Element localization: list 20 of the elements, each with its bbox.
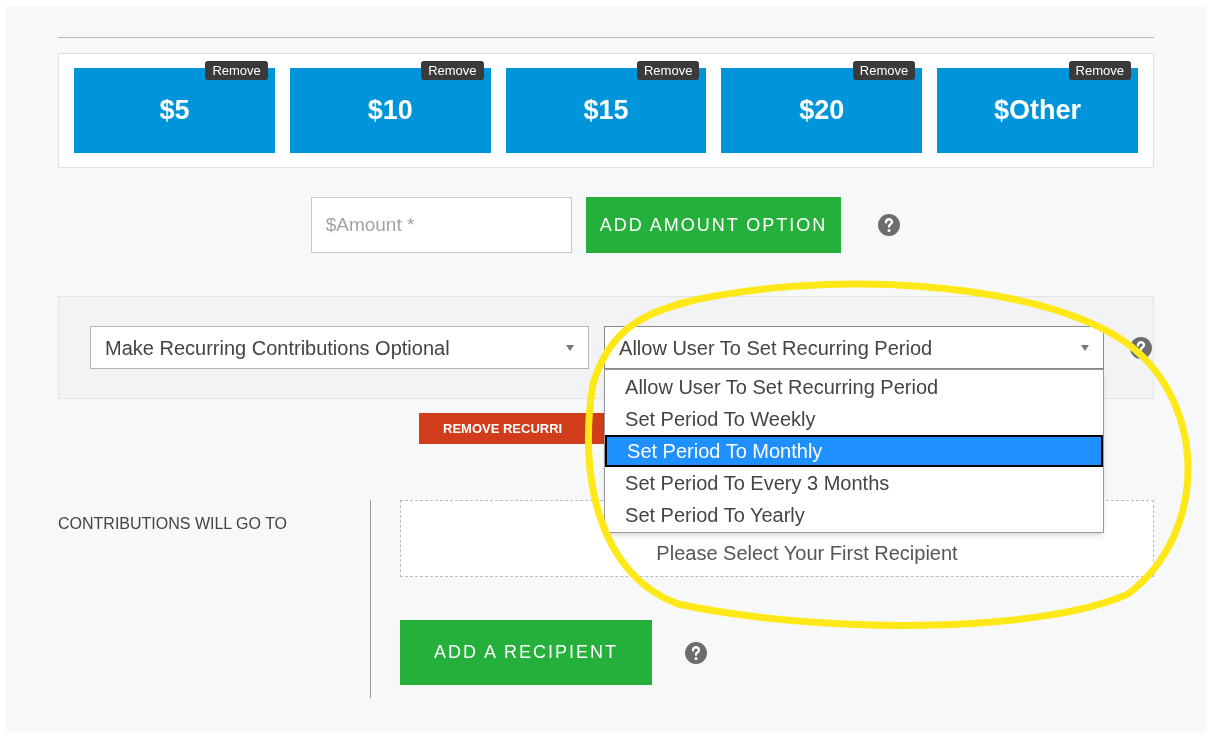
recipients-label: CONTRIBUTIONS WILL GO TO [58, 514, 289, 534]
help-icon[interactable] [684, 640, 708, 665]
period-select[interactable]: Allow User To Set Recurring Period [604, 326, 1105, 369]
remove-tag[interactable]: Remove [852, 61, 916, 80]
select-value: Make Recurring Contributions Optional [105, 335, 450, 361]
select-value: Allow User To Set Recurring Period [619, 335, 933, 361]
recurring-mode-select[interactable]: Make Recurring Contributions Optional [90, 326, 590, 369]
remove-tag[interactable]: Remove [636, 61, 700, 80]
caret-icon [1081, 344, 1090, 351]
remove-tag[interactable]: Remove [1068, 61, 1131, 80]
caret-icon [566, 344, 575, 351]
dropdown-option[interactable]: Allow User To Set Recurring Period [605, 371, 1104, 403]
remove-tag[interactable]: Remove [421, 61, 484, 80]
dropdown-option[interactable]: Set Period To Every 3 Months [605, 467, 1104, 499]
dropdown-option[interactable]: Set Period To Yearly [605, 499, 1104, 531]
help-icon[interactable] [877, 213, 902, 237]
amount-field[interactable]: $Amount * [310, 197, 572, 253]
help-icon[interactable] [1129, 335, 1153, 360]
recipient-placeholder: Please Select Your First Recipient [655, 541, 958, 566]
remove-tag[interactable]: Remove [205, 61, 268, 80]
